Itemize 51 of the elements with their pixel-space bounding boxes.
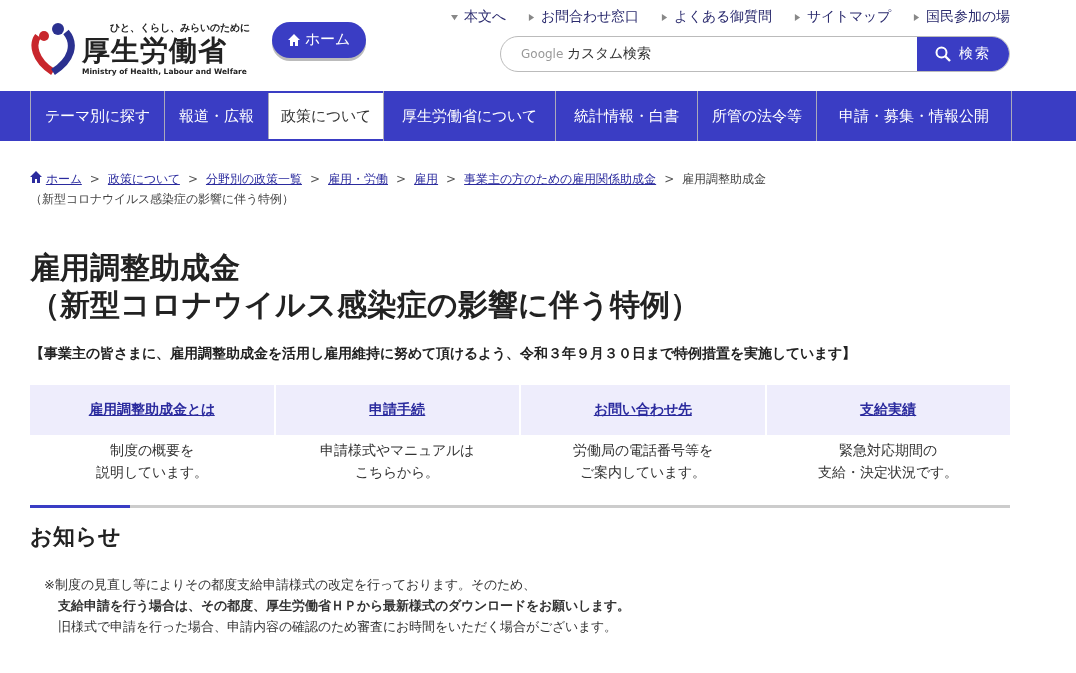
home-icon — [30, 171, 42, 183]
utility-link[interactable]: 国民参加の場 — [913, 8, 1010, 26]
logo-name: 厚生労働省 — [82, 35, 227, 67]
nav-tab[interactable]: 所管の法令等 — [697, 91, 816, 141]
card-link[interactable]: お問い合わせ先 — [593, 401, 692, 419]
right-triangle-icon — [661, 13, 668, 21]
card-description: 労働局の電話番号等を ご案内しています。 — [572, 441, 713, 482]
breadcrumb-separator: > — [446, 172, 457, 186]
card-description: 制度の概要を 説明しています。 — [95, 441, 208, 482]
card-description: 申請様式やマニュアルは こちらから。 — [320, 441, 475, 482]
down-triangle-icon — [451, 13, 458, 21]
nav-tab[interactable]: 厚生労働省について — [383, 91, 555, 141]
breadcrumb-link[interactable]: 雇用 — [414, 172, 439, 186]
breadcrumb-link[interactable]: 政策について — [107, 172, 180, 186]
breadcrumb-separator: > — [664, 172, 675, 186]
utility-link[interactable]: お問合わせ窓口 — [528, 8, 639, 26]
nav-tab[interactable]: 申請・募集・情報公開 — [816, 91, 1011, 141]
card-description: 緊急対応期間の 支給・決定状況です。 — [818, 441, 959, 482]
right-triangle-icon — [794, 13, 801, 21]
card-link[interactable]: 雇用調整助成金とは — [88, 401, 215, 419]
breadcrumb-separator: > — [309, 172, 320, 186]
breadcrumb-link[interactable]: ホーム — [45, 172, 82, 186]
home-button[interactable]: ホーム — [272, 21, 366, 58]
breadcrumb-separator: > — [396, 172, 407, 186]
nav-tab[interactable]: 政策について — [268, 93, 383, 139]
page-title: 雇用調整助成金 — [30, 249, 241, 286]
breadcrumb-current: 雇用調整助成金 — [682, 172, 767, 186]
nav-tab[interactable]: 統計情報・白書 — [555, 91, 697, 141]
card-link[interactable]: 支給実績 — [860, 401, 917, 419]
breadcrumb-link[interactable]: 事業主の方のための雇用関係助成金 — [464, 172, 657, 186]
utility-link[interactable]: よくある御質問 — [661, 8, 772, 26]
right-triangle-icon — [913, 13, 920, 21]
nav-tab[interactable]: テーマ別に探す — [30, 91, 164, 141]
notice-text: 支給申請を行う場合は、その都度、厚生労働省ＨＰから最新様式のダウンロードをお願いします。 — [57, 597, 631, 615]
home-icon — [288, 33, 300, 46]
breadcrumb-link[interactable]: 分野別の政策一覧 — [205, 172, 302, 186]
right-triangle-icon — [528, 13, 535, 21]
page-title: （新型コロナウイルス感染症の影響に伴う特例） — [30, 286, 701, 323]
notice-text: ※制度の見直し等によりその都度支給申請様式の改定を行っております。そのため、 — [44, 576, 537, 594]
card-link[interactable]: 申請手続 — [369, 401, 426, 419]
utility-link[interactable]: サイトマップ — [794, 8, 891, 26]
logo-drawing — [30, 21, 76, 76]
lead-text: 【事業主の皆さまに、雇用調整助成金を活用し雇用維持に努めて頂けるよう、令和３年９月３０日まで特例措置を実施しています】 — [30, 345, 857, 363]
breadcrumb-link[interactable]: 雇用・労働 — [328, 172, 388, 186]
breadcrumb-current: （新型コロナウイルス感染症の影響に伴う特例） — [30, 191, 294, 208]
breadcrumb-separator: > — [187, 172, 198, 186]
section-heading: お知らせ — [30, 523, 122, 551]
utility-link[interactable]: 本文へ — [451, 8, 506, 26]
logo-tagline: ひと、くらし、みらいのために — [110, 21, 250, 35]
breadcrumb-separator: > — [89, 172, 100, 186]
notice-text: 旧様式で申請を行った場合、申請内容の確認のため審査にお時間をいただく場合がございます。 — [57, 618, 618, 636]
